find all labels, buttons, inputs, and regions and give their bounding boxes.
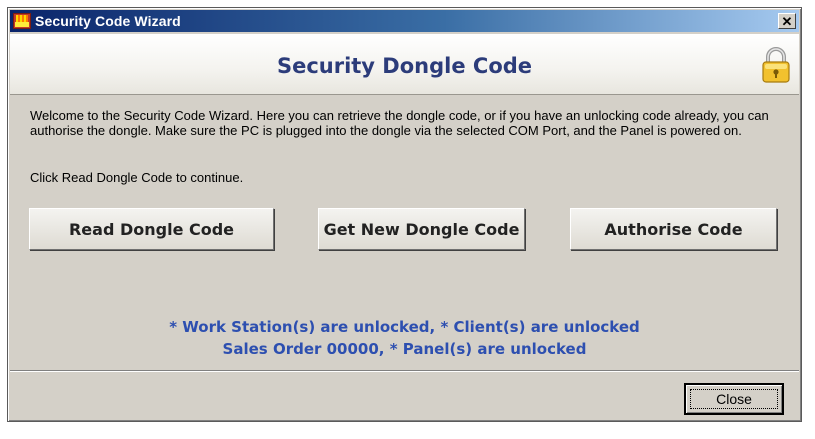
fire-alarm-app-icon bbox=[13, 13, 31, 29]
read-dongle-code-button[interactable]: Read Dongle Code bbox=[29, 208, 274, 250]
unlock-status-line-1: * Work Station(s) are unlocked, * Client… bbox=[169, 318, 640, 336]
wizard-header: Security Dongle Code bbox=[10, 34, 799, 95]
unlock-status: * Work Station(s) are unlocked, * Client… bbox=[8, 316, 801, 360]
wizard-description: Welcome to the Security Code Wizard. Her… bbox=[30, 108, 769, 138]
authorise-code-button[interactable]: Authorise Code bbox=[570, 208, 777, 250]
header-title: Security Dongle Code bbox=[276, 54, 533, 78]
title-close-button[interactable]: ✕ bbox=[778, 13, 796, 29]
wizard-footer: Close bbox=[10, 370, 799, 419]
wizard-instruction: Click Read Dongle Code to continue. bbox=[30, 170, 244, 185]
get-new-dongle-code-button[interactable]: Get New Dongle Code bbox=[318, 208, 525, 250]
close-button[interactable]: Close bbox=[684, 383, 784, 415]
unlock-status-line-2: Sales Order 00000, * Panel(s) are unlock… bbox=[222, 340, 587, 358]
title-bar[interactable]: Security Code Wizard ✕ bbox=[10, 10, 799, 32]
close-icon: ✕ bbox=[781, 13, 793, 29]
padlock-icon bbox=[762, 47, 790, 83]
security-code-wizard-window: Security Code Wizard ✕ Security Dongle C… bbox=[7, 7, 802, 422]
close-button-label: Close bbox=[716, 391, 752, 407]
window-title: Security Code Wizard bbox=[35, 13, 181, 29]
